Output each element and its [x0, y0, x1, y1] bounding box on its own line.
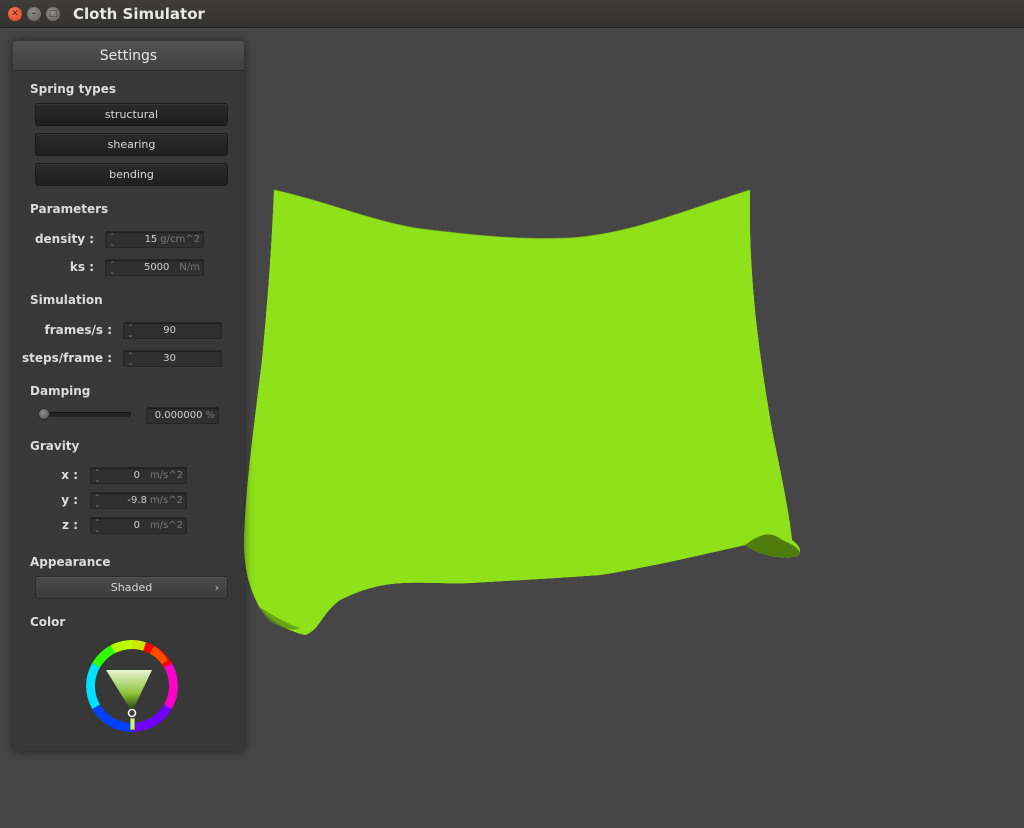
damping-value: 0.000000	[154, 410, 203, 421]
gravity-y-field[interactable]: ⌃ ⌄ -9.8 m/s^2	[90, 492, 187, 509]
fps-label: frames/s :	[44, 323, 112, 337]
minimize-icon[interactable]: –	[27, 7, 41, 21]
fps-field[interactable]: ⌃ ⌄ 90	[123, 322, 222, 339]
ks-label: ks :	[69, 260, 94, 274]
fps-value: 90	[163, 325, 176, 336]
appearance-dropdown[interactable]: Shaded ›	[35, 576, 228, 599]
settings-panel: Settings Spring types structural shearin…	[13, 41, 244, 751]
steps-label: steps/frame :	[22, 351, 112, 365]
window-title: Cloth Simulator	[73, 5, 205, 23]
gravity-y-unit: m/s^2	[149, 495, 183, 506]
spinner-arrows-icon[interactable]: ⌃ ⌄	[94, 519, 101, 534]
gravity-heading: Gravity	[30, 439, 80, 453]
close-icon[interactable]: ✕	[8, 7, 22, 21]
color-heading: Color	[30, 615, 66, 629]
spinner-arrows-icon[interactable]: ⌃ ⌄	[127, 324, 134, 339]
steps-field[interactable]: ⌃ ⌄ 30	[123, 350, 222, 367]
panel-title[interactable]: Settings	[13, 41, 244, 71]
maximize-icon[interactable]: □	[46, 7, 60, 21]
ks-unit: N/m	[179, 262, 200, 273]
steps-value: 30	[163, 353, 176, 364]
hue-selector-handle[interactable]	[129, 717, 136, 731]
spring-types-heading: Spring types	[30, 82, 117, 96]
ks-value: 5000	[143, 262, 170, 273]
ks-field[interactable]: ⌃ ⌄ 5000 N/m	[105, 259, 204, 276]
damping-slider-track[interactable]	[43, 412, 131, 417]
spinner-arrows-icon[interactable]: ⌃ ⌄	[109, 261, 116, 276]
density-label: density :	[34, 232, 94, 246]
appearance-heading: Appearance	[30, 555, 111, 569]
gravity-y-label: y :	[61, 493, 78, 507]
damping-unit: %	[205, 410, 215, 421]
gravity-x-field[interactable]: ⌃ ⌄ 0 m/s^2	[90, 467, 187, 484]
damping-heading: Damping	[30, 384, 91, 398]
color-wheel[interactable]	[86, 640, 178, 732]
saturation-triangle[interactable]	[106, 670, 152, 712]
spinner-arrows-icon[interactable]: ⌃ ⌄	[127, 352, 134, 367]
simulation-heading: Simulation	[30, 293, 103, 307]
shearing-button[interactable]: shearing	[35, 133, 228, 156]
gravity-y-value: -9.8	[127, 495, 147, 506]
damping-field[interactable]: 0.000000%	[146, 407, 219, 424]
gravity-z-unit: m/s^2	[149, 520, 183, 531]
parameters-heading: Parameters	[30, 202, 109, 216]
bending-button[interactable]: bending	[35, 163, 228, 186]
window-titlebar: ✕ – □ Cloth Simulator	[0, 0, 1024, 28]
gravity-x-unit: m/s^2	[149, 470, 183, 481]
structural-button[interactable]: structural	[35, 103, 228, 126]
gravity-x-label: x :	[61, 468, 78, 482]
spinner-arrows-icon[interactable]: ⌃ ⌄	[94, 469, 101, 484]
density-unit: g/cm^2	[160, 234, 200, 245]
gravity-z-field[interactable]: ⌃ ⌄ 0 m/s^2	[90, 517, 187, 534]
gravity-z-value: 0	[133, 520, 140, 531]
gravity-x-value: 0	[133, 470, 140, 481]
chevron-right-icon: ›	[214, 581, 219, 594]
appearance-selected: Shaded	[110, 581, 153, 594]
gravity-z-label: z :	[62, 518, 78, 532]
spinner-arrows-icon[interactable]: ⌃ ⌄	[94, 494, 101, 509]
density-value: 15	[144, 234, 158, 245]
spinner-arrows-icon[interactable]: ⌃ ⌄	[109, 233, 116, 248]
density-field[interactable]: ⌃ ⌄ 15 g/cm^2	[105, 231, 204, 248]
damping-slider-handle[interactable]	[38, 408, 50, 420]
